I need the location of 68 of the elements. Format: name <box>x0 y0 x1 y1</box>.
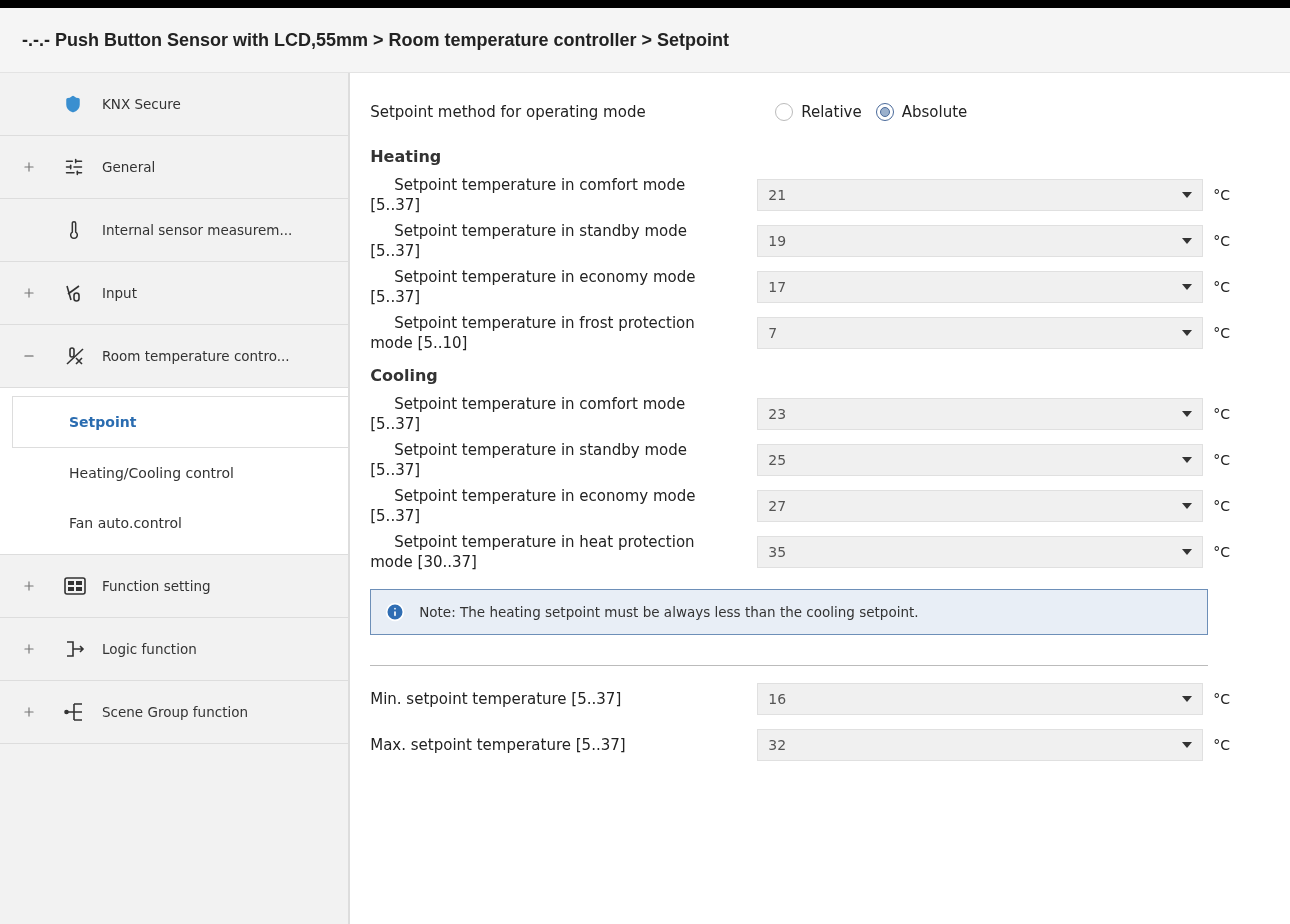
sidebar-item[interactable]: Input <box>0 262 349 325</box>
expand-icon[interactable] <box>22 642 36 656</box>
radio-option[interactable]: Absolute <box>875 103 968 121</box>
breadcrumb-title: -.-.- Push Button Sensor with LCD,55mm > Room temperature controller > Setpoint <box>0 8 1290 73</box>
caret-icon <box>1182 330 1193 336</box>
caret-icon <box>1182 192 1193 198</box>
expand-icon[interactable] <box>22 160 36 174</box>
parameter-label: Setpoint temperature in standby mode [5..37] <box>370 221 688 261</box>
value-dropdown[interactable]: 16 <box>757 683 1204 715</box>
unit-label: °C <box>1213 691 1230 707</box>
value-dropdown[interactable]: 23 <box>757 398 1204 430</box>
value-dropdown[interactable]: 35 <box>757 536 1204 568</box>
expand-icon[interactable] <box>22 705 36 719</box>
sidebar-subitem[interactable]: Setpoint <box>12 396 349 448</box>
caret-icon <box>1182 238 1193 244</box>
unit-label: °C <box>1213 544 1230 560</box>
parameter-label: Setpoint temperature in frost protection mode [5..10] <box>370 313 696 353</box>
unit-label: °C <box>1213 406 1230 422</box>
caret-icon <box>1182 411 1193 417</box>
value-dropdown[interactable]: 25 <box>757 444 1204 476</box>
parameter-label: Max. setpoint temperature [5..37] <box>370 736 627 754</box>
sidebar-item[interactable]: Function setting <box>0 555 349 618</box>
expand-icon[interactable] <box>22 579 36 593</box>
value-dropdown[interactable]: 21 <box>757 179 1204 211</box>
info-icon <box>385 602 406 622</box>
section-heading: Heating <box>370 147 443 166</box>
parameter-label: Min. setpoint temperature [5..37] <box>370 690 623 708</box>
note-text: Note: The heating setpoint must be always less than the cooling setpoint. <box>419 604 919 620</box>
caret-icon <box>1182 503 1193 509</box>
parameter-label: Setpoint temperature in heat protection mode [30..37] <box>370 532 696 572</box>
caret-icon <box>1182 696 1193 702</box>
sidebar-item[interactable]: Internal sensor measurem... <box>0 199 349 262</box>
radio-option[interactable]: Relative <box>775 103 862 121</box>
grid-icon <box>64 577 86 595</box>
value-dropdown[interactable]: 17 <box>757 271 1204 303</box>
logic-icon <box>64 639 86 659</box>
expand-icon[interactable] <box>22 286 36 300</box>
sidebar-item[interactable]: Logic function <box>0 618 349 681</box>
radio-selected[interactable] <box>875 103 894 121</box>
unit-label: °C <box>1213 737 1230 753</box>
caret-icon <box>1182 284 1193 290</box>
sidebar-item[interactable]: Scene Group function <box>0 681 349 744</box>
value-dropdown[interactable]: 32 <box>757 729 1204 761</box>
caret-icon <box>1182 457 1193 463</box>
value-dropdown[interactable]: 27 <box>757 490 1204 522</box>
sidebar-item[interactable]: KNX Secure <box>0 73 349 136</box>
caret-icon <box>1182 549 1193 555</box>
unit-label: °C <box>1213 279 1230 295</box>
radio-unselected[interactable] <box>775 103 794 121</box>
unit-label: °C <box>1213 452 1230 468</box>
sidebar-item[interactable]: General <box>0 136 349 199</box>
parameter-label: Setpoint temperature in comfort mode [5..37] <box>370 394 687 434</box>
unit-label: °C <box>1213 325 1230 341</box>
parameter-label: Setpoint method for operating mode <box>370 103 647 121</box>
value-dropdown[interactable]: 19 <box>757 225 1204 257</box>
unit-label: °C <box>1213 187 1230 203</box>
parameter-label: Setpoint temperature in economy mode [5..37] <box>370 267 697 307</box>
parameter-label: Setpoint temperature in economy mode [5..37] <box>370 486 697 526</box>
unit-label: °C <box>1213 233 1230 249</box>
shield-icon <box>64 95 82 113</box>
sliders-icon <box>64 157 84 177</box>
parameter-label: Setpoint temperature in comfort mode [5..37] <box>370 175 687 215</box>
value-dropdown[interactable]: 7 <box>757 317 1204 349</box>
parameter-label: Setpoint temperature in standby mode [5..37] <box>370 440 688 480</box>
caret-icon <box>1182 742 1193 748</box>
unit-label: °C <box>1213 498 1230 514</box>
section-heading: Cooling <box>370 366 439 385</box>
temperature-control-icon <box>64 346 86 366</box>
